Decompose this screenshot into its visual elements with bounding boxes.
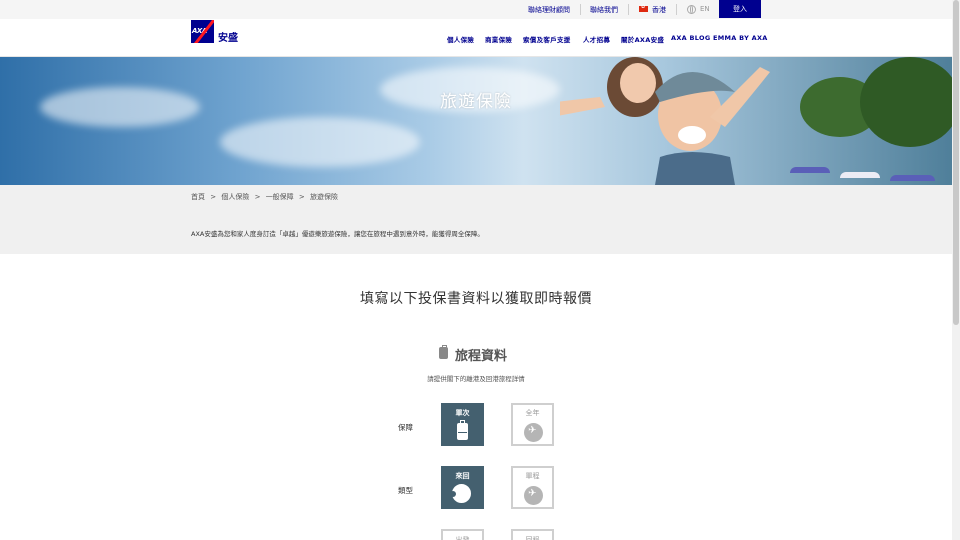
option-label: 全年 [525, 409, 540, 417]
page-scrollbar[interactable] [952, 0, 960, 540]
luggage-icon [439, 345, 448, 359]
nav-commercial-insurance[interactable]: 商業保險 [485, 34, 512, 44]
globe-icon [687, 5, 696, 14]
divider [676, 4, 677, 15]
language-switch[interactable]: EN [700, 5, 710, 13]
beach-umbrella [890, 175, 935, 181]
contact-advisor-link[interactable]: 聯絡理財顧問 [528, 5, 570, 15]
option-label: 單程 [525, 472, 540, 480]
main-header: AXA 安盛 個人保險 商業保險 索償及客戶支援 人才招募 關於AXA安盛 AX… [0, 19, 952, 57]
breadcrumb-general[interactable]: 一般保障 [266, 193, 294, 201]
breadcrumb-current: 旅遊保險 [310, 193, 339, 201]
nav-axa-blog[interactable]: AXA BLOG [671, 34, 710, 42]
breadcrumb-separator: > [210, 193, 217, 201]
option-label: 單次 [455, 409, 470, 417]
type-label: 類型 [398, 486, 413, 495]
breadcrumb: 首頁 > 個人保險 > 一般保障 > 旅遊保險 [191, 192, 341, 202]
beach-umbrella [790, 167, 830, 173]
nav-about-axa[interactable]: 關於AXA安盛 [621, 34, 664, 44]
breadcrumb-separator: > [254, 193, 261, 201]
login-button[interactable]: 登入 [719, 0, 761, 18]
option-label: 回程 [525, 536, 540, 540]
cloud [220, 117, 420, 167]
divider [580, 4, 581, 15]
hero-banner: 旅遊保險 [0, 57, 952, 185]
breadcrumb-separator: > [298, 193, 305, 201]
beach-umbrella [840, 172, 880, 178]
hong-kong-flag-icon [639, 4, 648, 12]
page-title: 旅遊保險 [440, 92, 512, 112]
scrollbar-thumb[interactable] [953, 0, 959, 325]
option-annual[interactable]: 全年 [511, 403, 554, 446]
option-round-trip[interactable]: 來回 [441, 466, 484, 509]
option-return[interactable]: 回程 [511, 529, 554, 540]
coverage-label: 保障 [398, 423, 413, 432]
breadcrumb-home[interactable]: 首頁 [191, 193, 205, 201]
nav-careers[interactable]: 人才招募 [583, 34, 610, 44]
utility-bar: 聯絡理財顧問 聯絡我們 香港 EN 登入 [0, 0, 952, 19]
logo-chinese-name[interactable]: 安盛 [218, 29, 238, 44]
option-one-way[interactable]: 單程 [511, 466, 554, 509]
form-title: 填寫以下投保書資料以獲取即時報價 [360, 291, 592, 307]
axa-logo[interactable]: AXA [191, 20, 214, 43]
one-way-icon [524, 486, 543, 505]
contact-us-link[interactable]: 聯絡我們 [590, 5, 618, 15]
option-single-trip[interactable]: 單次 [441, 403, 484, 446]
round-trip-icon [450, 484, 471, 503]
travelers-photo [560, 57, 770, 185]
section-subtitle: 請提供閣下的離港及回港旅程詳情 [427, 375, 525, 383]
intro-band [0, 185, 952, 254]
plane-icon [524, 423, 543, 442]
option-label: 出發 [455, 536, 470, 540]
nav-claims-support[interactable]: 索償及客戶支援 [523, 34, 571, 44]
intro-text: AXA安盛為您和家人度身訂造「卓越」優遊樂旅遊保險，讓您在旅程中遇到意外時，能獲… [191, 230, 484, 238]
breadcrumb-personal[interactable]: 個人保險 [221, 193, 249, 201]
nav-personal-insurance[interactable]: 個人保險 [447, 34, 474, 44]
option-departure[interactable]: 出發 [441, 529, 484, 540]
nav-emma-by-axa[interactable]: EMMA BY AXA [713, 34, 768, 42]
option-label: 來回 [455, 472, 470, 480]
divider [628, 4, 629, 15]
suitcase-icon [457, 420, 468, 440]
region-selector[interactable]: 香港 [652, 5, 666, 15]
section-title: 旅程資料 [455, 349, 508, 364]
